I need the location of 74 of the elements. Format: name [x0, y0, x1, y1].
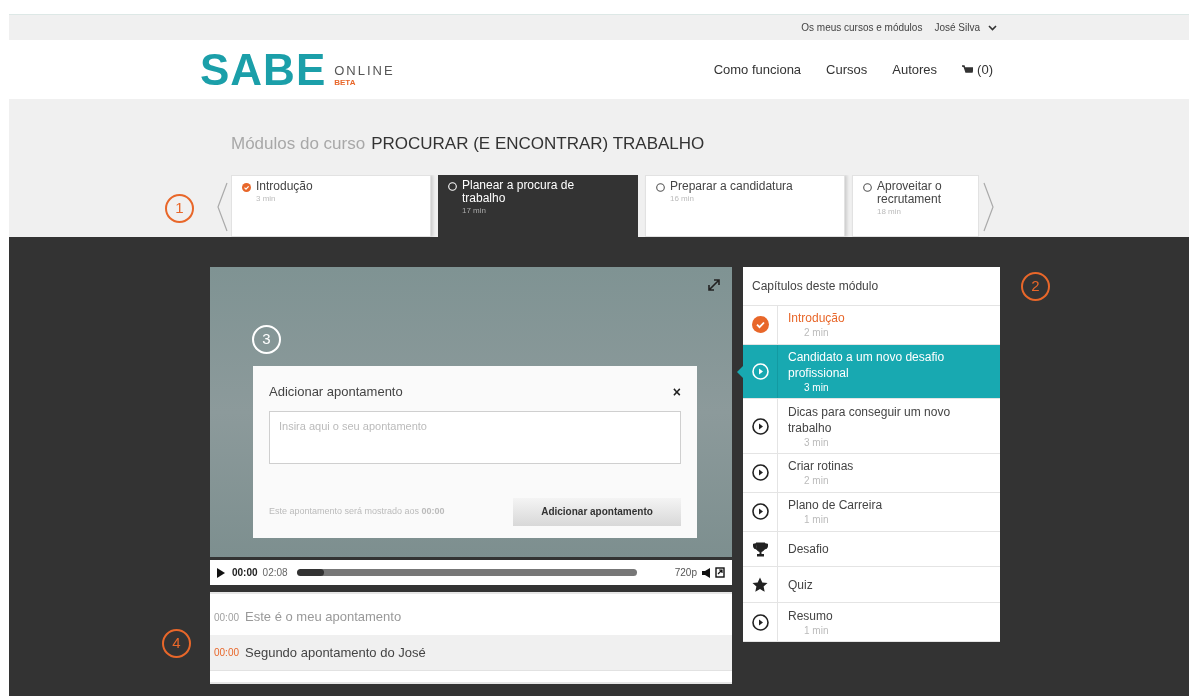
chapter-title: Desafio [788, 541, 829, 558]
cart-icon [962, 64, 974, 75]
chapter-title: Resumo [788, 607, 833, 624]
course-title: PROCURAR (E ENCONTRAR) TRABALHO [371, 133, 705, 155]
pointer-icon [737, 365, 743, 378]
chapter-title: Criar rotinas [788, 458, 854, 475]
play-icon [217, 567, 225, 578]
check-icon [242, 183, 251, 192]
chapter-title: Introdução [788, 310, 845, 327]
nav-link[interactable]: Autores [892, 59, 938, 80]
dialog-title: Adicionar apontamento [269, 383, 403, 401]
module-tab[interactable]: Planear a procura de trabalho 17 min [438, 175, 638, 237]
step-marker: 2 [1021, 272, 1050, 301]
total-time: 02:08 [262, 566, 288, 580]
cart-link[interactable]: (0) [962, 59, 993, 80]
chapter-duration: 3 min [803, 381, 830, 395]
play-icon [751, 363, 769, 381]
quality-button[interactable]: 720p [674, 565, 697, 580]
chapter-title: Quiz [788, 576, 813, 593]
chapter-duration: 2 min [803, 474, 830, 488]
chevron-right-icon [982, 182, 995, 232]
nav-link[interactable]: Como funciona [713, 59, 802, 80]
speaker-icon [702, 567, 710, 578]
chapter-item[interactable]: Criar rotinas 2 min [743, 454, 1000, 493]
chapter-duration: 1 min [803, 513, 830, 527]
expand-icon [708, 279, 720, 291]
note-row[interactable]: 00:00 Segundo apontamento do José [210, 635, 732, 671]
note-time: 00:00 [214, 646, 240, 660]
play-icon [751, 417, 769, 435]
chapter-item[interactable]: Dicas para conseguir um novo trabalho 3 min [743, 399, 1000, 455]
chevron-left-icon [215, 182, 228, 232]
course-label: Módulos do curso [231, 133, 366, 155]
progress-track[interactable] [296, 569, 637, 576]
chapter-title: Candidato a um novo desafio profissional [788, 349, 946, 382]
play-icon [751, 613, 769, 631]
circle-icon [656, 183, 665, 192]
chapter-duration: 3 min [803, 435, 830, 449]
note-text: Este é o meu apontamento [245, 608, 402, 627]
chapter-duration: 2 min [803, 326, 830, 340]
panel-title: Capítulos deste módulo [743, 267, 1000, 306]
step-marker: 4 [162, 629, 191, 658]
chapter-duration: 1 min [803, 623, 830, 637]
chapter-item[interactable]: Plano de Carreira 1 min [743, 492, 1000, 532]
chapter-title: Dicas para conseguir um novo trabalho [788, 403, 952, 436]
chapter-item[interactable]: Desafio [743, 531, 1000, 568]
volume-button[interactable] [702, 567, 710, 578]
logo-mark: SABE [200, 49, 327, 90]
chevron-down-icon [988, 24, 997, 31]
check-icon [751, 316, 769, 334]
add-note-button[interactable]: Adicionar apontamento [513, 497, 681, 526]
step-marker: 1 [165, 194, 194, 223]
trophy-icon [752, 541, 768, 557]
note-time: 00:00 [214, 610, 240, 625]
step-marker: 3 [252, 325, 281, 354]
nav-link[interactable]: Cursos [826, 59, 868, 80]
beta-label: BETA [334, 77, 357, 88]
note-input-field[interactable]: Insira aqui o seu apontamento [269, 410, 681, 464]
close-button[interactable]: × [672, 384, 681, 399]
logo-text: ONLINE [334, 63, 395, 78]
chapter-item[interactable]: Resumo 1 min [743, 603, 1000, 642]
fullscreen-button[interactable] [715, 567, 725, 578]
play-icon [751, 503, 769, 521]
user-menu[interactable]: José Silva [934, 20, 997, 35]
star-icon [752, 576, 768, 593]
current-time: 00:00 [232, 566, 258, 580]
circle-icon [863, 183, 872, 192]
circle-icon [448, 182, 457, 191]
nav-link[interactable]: Os meus cursos e módulos [801, 20, 923, 35]
play-icon [751, 464, 769, 482]
play-button[interactable] [217, 566, 227, 579]
exit-icon [715, 567, 725, 578]
chapter-item[interactable]: Quiz [743, 567, 1000, 604]
chapter-title: Plano de Carreira [788, 497, 883, 514]
note-text: Segundo apontamento do José [245, 643, 426, 662]
